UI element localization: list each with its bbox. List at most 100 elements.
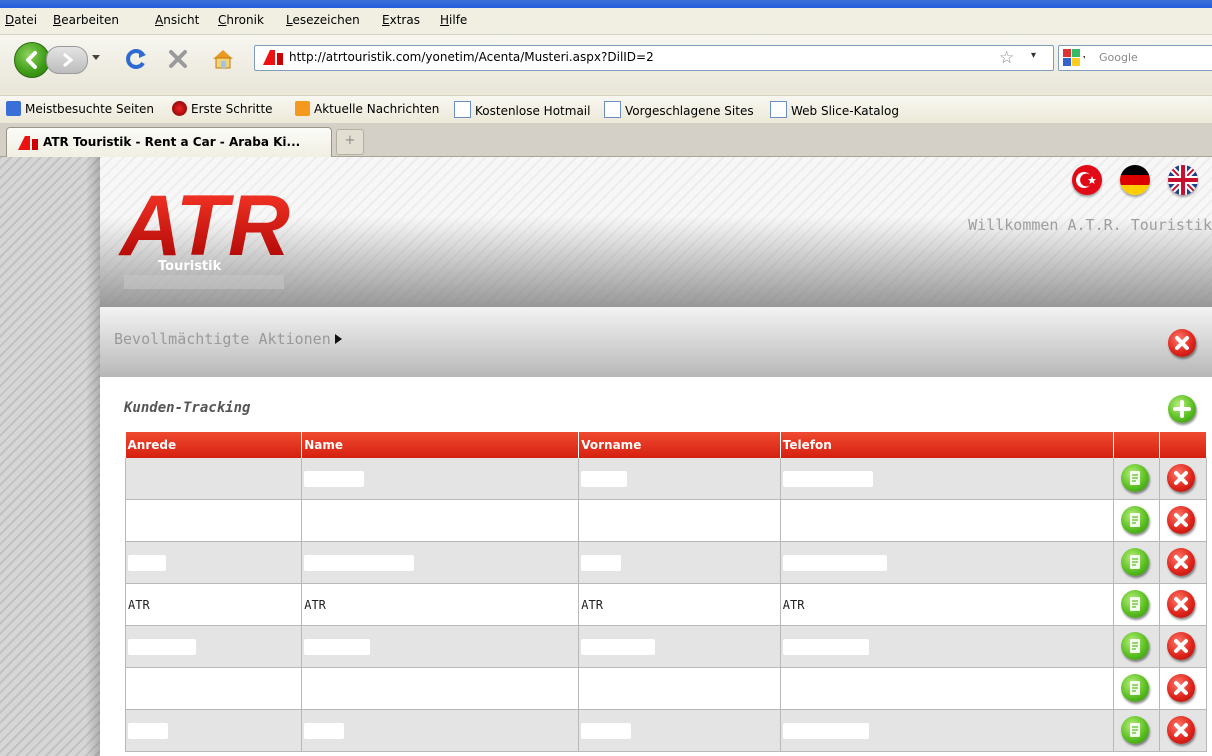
delete-button[interactable]	[1167, 632, 1196, 660]
panel-title: Kunden-Tracking	[124, 400, 251, 416]
edit-button[interactable]	[1121, 464, 1149, 492]
delete-button[interactable]	[1167, 464, 1196, 492]
edit-button[interactable]	[1121, 506, 1149, 534]
table-row	[124, 541, 1207, 584]
page-icon	[454, 101, 471, 118]
cell-vorname	[578, 458, 781, 500]
cell-anrede: ATR	[124, 583, 303, 626]
search-icon	[6, 101, 21, 116]
cell-delete	[1159, 458, 1207, 500]
delete-button[interactable]	[1167, 590, 1196, 618]
cell-telefon: ATR	[779, 583, 1115, 626]
menu-hilfe[interactable]: Hilfe	[440, 13, 467, 27]
firefox-icon	[172, 101, 187, 116]
cell-delete	[1159, 583, 1207, 626]
bookmark-star-icon[interactable]: ☆	[999, 48, 1014, 68]
redacted-value	[304, 638, 371, 655]
table-row: ATR ATR ATR ATR	[124, 583, 1207, 626]
site-favicon-icon	[18, 136, 38, 150]
delete-icon	[1174, 639, 1189, 653]
delete-icon	[1174, 681, 1189, 695]
redacted-value	[581, 554, 622, 571]
redacted-value	[128, 554, 166, 571]
cell-vorname	[578, 625, 781, 668]
bookmark-vorgeschlagene[interactable]: Vorgeschlagene Sites	[604, 101, 754, 118]
flag-english-icon[interactable]	[1168, 165, 1198, 195]
add-button[interactable]	[1168, 395, 1196, 423]
delete-icon	[1174, 471, 1189, 485]
delete-button[interactable]	[1167, 506, 1196, 534]
cell-name	[301, 709, 580, 752]
cell-anrede	[124, 541, 303, 584]
google-icon[interactable]	[1063, 49, 1085, 66]
header-anrede[interactable]: Anrede	[125, 432, 303, 458]
header-vorname[interactable]: Vorname	[578, 432, 781, 458]
site-header: ATR Touristik Willkommen A.T.R. Touristi…	[100, 157, 1212, 307]
page-icon	[770, 101, 787, 118]
header-name[interactable]: Name	[301, 432, 580, 458]
forward-button[interactable]	[46, 46, 88, 74]
edit-button[interactable]	[1121, 548, 1149, 576]
url-text[interactable]: http://atrtouristik.com/yonetim/Acenta/M…	[289, 50, 654, 64]
history-dropdown-icon[interactable]	[92, 55, 100, 61]
header-delete	[1159, 432, 1207, 458]
edit-button[interactable]	[1121, 632, 1149, 660]
delete-button[interactable]	[1167, 548, 1196, 576]
search-placeholder[interactable]: Google	[1099, 51, 1138, 64]
bookmark-aktuelle-nachrichten[interactable]: Aktuelle Nachrichten	[295, 101, 439, 116]
cell-edit	[1112, 499, 1161, 542]
header-telefon[interactable]: Telefon	[780, 432, 1115, 458]
flag-german-icon[interactable]	[1120, 165, 1150, 195]
edit-button[interactable]	[1121, 716, 1149, 744]
bookmark-web-slice[interactable]: Web Slice-Katalog	[770, 101, 899, 118]
table-row	[124, 709, 1207, 752]
new-tab-button[interactable]: +	[336, 129, 364, 155]
delete-button[interactable]	[1167, 716, 1196, 744]
cell-vorname	[578, 541, 781, 584]
redacted-value	[304, 722, 345, 739]
menu-chronik[interactable]: Chronik	[218, 13, 264, 27]
cell-delete	[1159, 499, 1207, 542]
edit-button[interactable]	[1121, 674, 1149, 702]
address-bar[interactable]: http://atrtouristik.com/yonetim/Acenta/M…	[254, 45, 1054, 71]
bookmark-meistbesuchte[interactable]: Meistbesuchte Seiten	[6, 101, 154, 116]
menu-bearbeiten[interactable]: Bearbeiten	[53, 13, 119, 27]
search-bar[interactable]: Google	[1058, 45, 1212, 71]
edit-icon	[1130, 513, 1140, 527]
site-favicon-icon	[263, 50, 283, 65]
header-edit	[1113, 432, 1161, 458]
home-icon[interactable]	[210, 47, 236, 71]
delete-icon	[1174, 723, 1189, 737]
atr-logo[interactable]: ATR Touristik	[114, 173, 314, 293]
page-icon	[604, 101, 621, 118]
edit-icon	[1130, 639, 1140, 653]
menu-ansicht[interactable]: Ansicht	[155, 13, 199, 27]
menu-extras[interactable]: Extras	[382, 13, 420, 27]
cell-vorname	[578, 499, 781, 542]
cell-edit	[1112, 583, 1161, 626]
table-row	[124, 499, 1207, 542]
table-header-row: Anrede Name Vorname Telefon	[125, 432, 1207, 458]
window-title-strip	[0, 0, 1212, 8]
cell-name	[301, 458, 580, 500]
cell-anrede-value: ATR	[128, 597, 150, 612]
cell-name-value: ATR	[304, 597, 326, 612]
actions-menu[interactable]: Bevollmächtigte Aktionen	[114, 330, 342, 348]
tab-active[interactable]: ATR Touristik - Rent a Car - Araba Ki...	[6, 127, 332, 157]
cell-telefon	[779, 499, 1115, 542]
bookmark-erste-schritte[interactable]: Erste Schritte	[172, 101, 273, 116]
url-dropdown-icon[interactable]: ▾	[1031, 50, 1036, 61]
redacted-value	[581, 470, 628, 487]
reload-icon[interactable]	[124, 47, 148, 71]
forward-icon	[63, 53, 74, 67]
back-button[interactable]	[14, 42, 50, 78]
cell-delete	[1159, 667, 1207, 710]
flag-turkish-icon[interactable]	[1072, 165, 1102, 195]
edit-button[interactable]	[1121, 590, 1149, 618]
stop-icon[interactable]	[166, 47, 190, 71]
menu-datei[interactable]: Datei	[5, 13, 37, 27]
delete-button[interactable]	[1167, 674, 1196, 702]
menu-lesezeichen[interactable]: Lesezeichen	[286, 13, 360, 27]
close-button[interactable]	[1168, 329, 1196, 357]
bookmark-hotmail[interactable]: Kostenlose Hotmail	[454, 101, 590, 118]
